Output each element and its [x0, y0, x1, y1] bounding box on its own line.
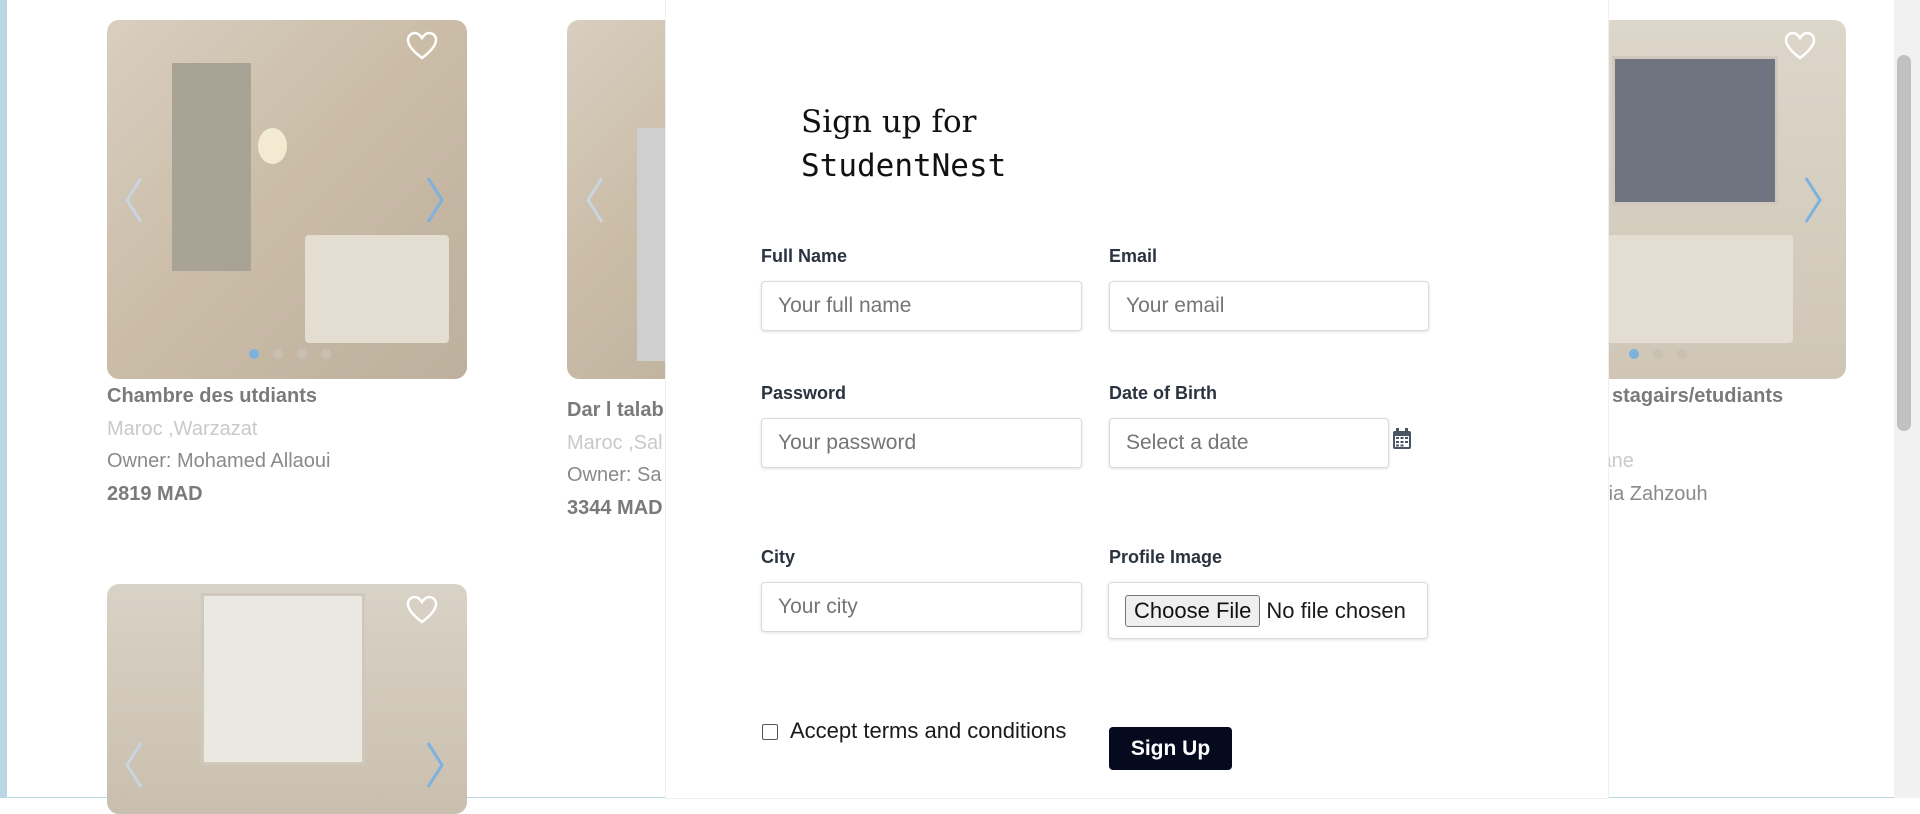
brand-name: StudentNest	[801, 148, 1007, 184]
city-label: City	[761, 547, 796, 567]
password-label: Password	[761, 383, 847, 403]
signup-modal: Sign up for StudentNest Full Name Email …	[666, 0, 1608, 798]
listing-owner: ria Zahzouh	[1602, 483, 1708, 505]
listing-title[interactable]: Chambre des utdiants	[107, 385, 317, 408]
profile-image-label: Profile Image	[1109, 547, 1223, 567]
listing-owner: Owner: Sa	[567, 464, 662, 486]
terms-label[interactable]: Accept terms and conditions	[790, 718, 1066, 744]
carousel-dot[interactable]	[1677, 349, 1687, 359]
listing-owner: Owner: Mohamed Allaoui	[107, 450, 331, 472]
chevron-left-icon[interactable]	[119, 170, 149, 230]
image-detail	[258, 127, 287, 164]
image-detail	[1611, 55, 1778, 206]
image-detail	[305, 235, 449, 344]
image-detail	[171, 63, 251, 272]
carousel-dots	[1629, 349, 1687, 359]
listing-price: 3344 MAD	[567, 497, 663, 519]
carousel-dot[interactable]	[297, 349, 307, 359]
listing-location: Maroc ,Sal	[567, 432, 663, 454]
choose-file-button[interactable]: Choose File	[1125, 594, 1261, 627]
city-input[interactable]	[761, 582, 1082, 632]
listing-location: Maroc ,Warzazat	[107, 418, 258, 440]
page-scrollbar-thumb[interactable]	[1897, 55, 1911, 431]
heart-icon[interactable]	[1782, 28, 1818, 64]
profile-image-input[interactable]: Choose File No file chosen	[1108, 582, 1428, 639]
email-label: Email	[1109, 246, 1158, 266]
sign-up-button[interactable]: Sign Up	[1109, 727, 1232, 770]
carousel-dot[interactable]	[321, 349, 331, 359]
chevron-right-icon[interactable]	[1798, 170, 1828, 230]
calendar-icon[interactable]	[1392, 428, 1414, 452]
carousel-dot[interactable]	[1653, 349, 1663, 359]
image-detail	[1606, 235, 1793, 344]
image-detail	[200, 593, 365, 765]
dob-label: Date of Birth	[1109, 383, 1217, 403]
carousel-dot[interactable]	[1629, 349, 1639, 359]
heart-icon[interactable]	[404, 592, 440, 628]
listing-title[interactable]: Dar l talab	[567, 399, 664, 422]
email-input[interactable]	[1109, 281, 1429, 331]
terms-checkbox[interactable]	[762, 724, 778, 740]
dob-input[interactable]	[1109, 418, 1389, 468]
full-name-label: Full Name	[761, 246, 848, 266]
heart-icon[interactable]	[404, 28, 440, 64]
carousel-dot[interactable]	[249, 349, 259, 359]
listing-image[interactable]	[107, 20, 467, 379]
page-edge-left	[0, 0, 7, 798]
full-name-input[interactable]	[761, 281, 1082, 331]
modal-title: Sign up for StudentNest	[801, 100, 1006, 188]
chevron-left-icon[interactable]	[119, 735, 149, 795]
listing-price: 2819 MAD	[107, 483, 203, 505]
modal-title-prefix: Sign up for	[801, 104, 977, 140]
chevron-right-icon[interactable]	[420, 735, 450, 795]
listing-title[interactable]: stagairs/etudiants	[1612, 385, 1783, 408]
carousel-dots	[249, 349, 331, 359]
password-input[interactable]	[761, 418, 1082, 468]
carousel-dot[interactable]	[273, 349, 283, 359]
chevron-right-icon[interactable]	[420, 170, 450, 230]
file-status: No file chosen	[1266, 597, 1406, 623]
chevron-left-icon[interactable]	[580, 170, 610, 230]
